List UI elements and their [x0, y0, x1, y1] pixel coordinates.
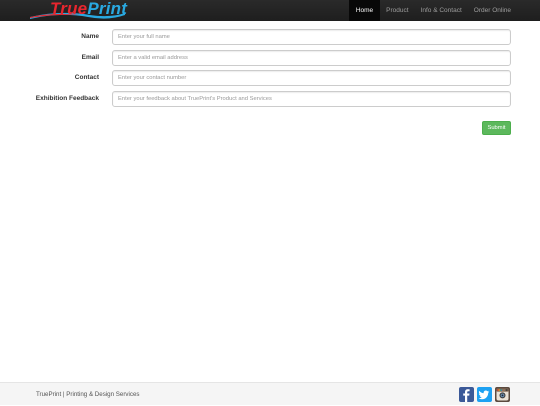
main-nav: Home Product Info & Contact Order Online — [348, 0, 517, 21]
name-label: Name — [81, 33, 99, 40]
nav-item-home[interactable]: Home — [348, 0, 381, 21]
nav-item-info-contact[interactable]: Info & Contact — [415, 0, 468, 21]
brand-logo[interactable]: TruePrint — [30, 0, 130, 21]
email-field[interactable] — [112, 50, 511, 66]
nav-item-order-online[interactable]: Order Online — [468, 0, 517, 21]
page-footer: TruePrint | Printing & Design Services — [0, 382, 540, 405]
facebook-icon[interactable] — [459, 387, 474, 402]
feedback-label: Exhibition Feedback — [35, 95, 99, 102]
form-row-name: Name — [0, 29, 540, 45]
submit-button[interactable]: Submit — [482, 121, 511, 135]
contact-label: Contact — [74, 74, 99, 81]
contact-field[interactable] — [112, 70, 511, 86]
footer-text: TruePrint | Printing & Design Services — [36, 391, 140, 398]
form-row-contact: Contact — [0, 70, 540, 86]
form-row-feedback: Exhibition Feedback — [0, 91, 540, 107]
name-field[interactable] — [112, 29, 511, 45]
form-row-email: Email — [0, 50, 540, 66]
top-navbar: TruePrint Home Product Info & Contact Or… — [0, 0, 540, 21]
feedback-field[interactable] — [112, 91, 511, 107]
brand-name-part2: Print — [87, 0, 128, 18]
brand-name: TruePrint — [50, 0, 127, 19]
instagram-icon[interactable] — [495, 387, 510, 402]
twitter-icon[interactable] — [477, 387, 492, 402]
nav-item-product[interactable]: Product — [380, 0, 414, 21]
email-label: Email — [81, 54, 99, 61]
brand-name-part1: True — [50, 0, 88, 18]
